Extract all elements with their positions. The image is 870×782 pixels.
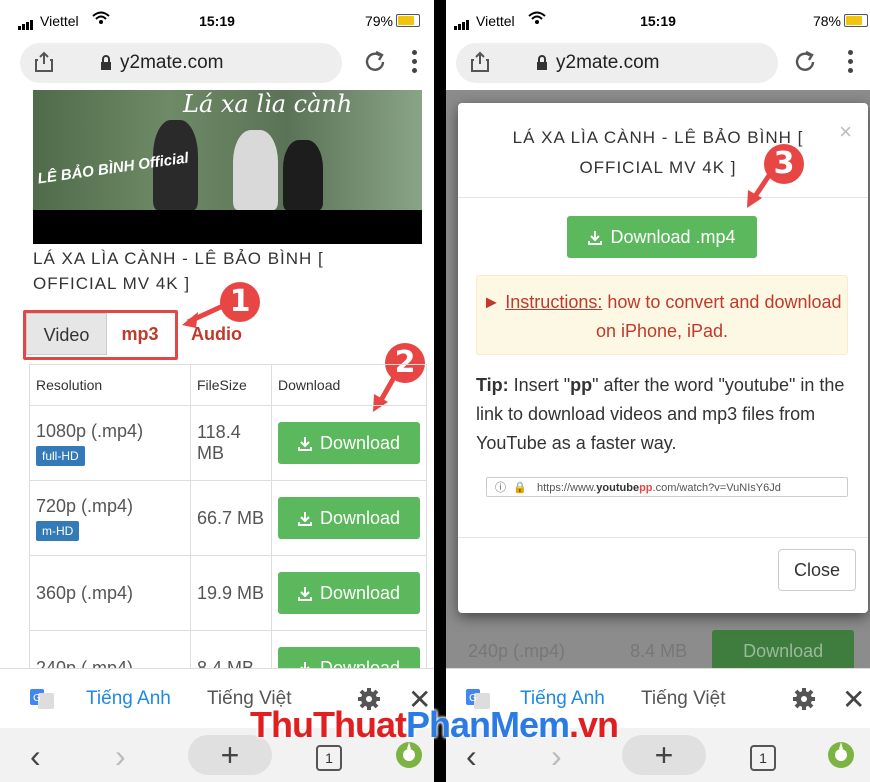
google-translate-icon: G xyxy=(30,689,54,709)
svg-text:G: G xyxy=(469,693,477,704)
address-bar[interactable]: y2mate.com xyxy=(456,43,778,83)
background-table-row: 240p (.mp4) 8.4 MB Download xyxy=(468,630,855,672)
notice-text: how to convert and download on iPhone, i… xyxy=(595,292,842,341)
download-label: Download xyxy=(743,641,824,661)
video-title: LÁ XA LÌA CÀNH - LÊ BẢO BÌNH [ OFFICIAL … xyxy=(33,249,324,293)
gear-icon[interactable] xyxy=(792,687,816,711)
thumbnail-image: Lá xa lìa cành LÊ BẢO BÌNH Official xyxy=(33,90,422,210)
resolution-text: 240p (.mp4) xyxy=(468,641,566,661)
download-button[interactable]: Download xyxy=(278,497,420,539)
arrow-3-icon xyxy=(747,172,773,208)
tip-pp: pp xyxy=(570,375,593,395)
modal-close-icon[interactable]: × xyxy=(839,119,852,145)
back-icon[interactable]: ‹ xyxy=(30,738,41,775)
tab-switcher-button[interactable]: 1 xyxy=(750,745,776,771)
file-size: 19.9 MB xyxy=(190,555,272,631)
reload-icon[interactable] xyxy=(792,49,818,75)
sample-url-image: ⓘ 🔒 https://www.youtubepp.com/watch?v=Vu… xyxy=(486,477,848,497)
video-thumbnail[interactable]: Lá xa lìa cành LÊ BẢO BÌNH Official xyxy=(33,90,422,244)
forward-icon[interactable]: › xyxy=(115,738,126,775)
share-icon[interactable] xyxy=(470,51,490,73)
resolution-text: 720p (.mp4) xyxy=(36,495,134,516)
header-filesize: FileSize xyxy=(190,364,272,406)
file-size: 8.4 MB xyxy=(630,641,688,661)
address-bar[interactable]: y2mate.com xyxy=(20,43,342,83)
right-phone-screen: Viettel 15:19 78% y2mate.com 240p (.mp4)… xyxy=(446,0,870,782)
table-row: 1080p (.mp4) full-HD 118.4 MB Download xyxy=(29,405,427,481)
url-text: y2mate.com xyxy=(120,52,224,73)
download-table: Resolution FileSize Download 1080p (.mp4… xyxy=(29,364,427,706)
translate-lang-english[interactable]: Tiếng Anh xyxy=(86,688,171,710)
reload-icon[interactable] xyxy=(362,49,388,75)
lock-icon: 🔒 xyxy=(513,482,527,494)
resolution-text: 1080p (.mp4) xyxy=(36,420,144,441)
download-icon xyxy=(297,587,312,601)
download-modal: LÁ XA LÌA CÀNH - LÊ BẢO BÌNH [ OFFICIAL … xyxy=(458,103,868,613)
lock-icon xyxy=(537,55,547,70)
highlight-box xyxy=(23,310,178,360)
file-size: 118.4 MB xyxy=(190,405,272,481)
thumbnail-script-title: Lá xa lìa cành xyxy=(183,90,353,118)
table-row: 720p (.mp4) m-HD 66.7 MB Download xyxy=(29,480,427,556)
thumbnail-black-bar xyxy=(33,210,422,244)
share-icon[interactable] xyxy=(34,51,54,73)
download-button[interactable]: Download xyxy=(278,422,420,464)
site-watermark: ThuThuatPhanMem.vn xyxy=(250,704,619,745)
download-label: Download xyxy=(319,583,401,603)
table-header-row: Resolution FileSize Download xyxy=(29,364,427,406)
more-menu-icon[interactable] xyxy=(412,50,418,74)
battery-percent: 78% xyxy=(812,13,841,29)
more-menu-icon[interactable] xyxy=(848,50,854,74)
instructions-link[interactable]: Instructions: xyxy=(505,292,602,312)
file-size: 66.7 MB xyxy=(190,480,272,556)
download-icon xyxy=(297,512,312,526)
svg-text:G: G xyxy=(33,693,41,704)
tab-switcher-button[interactable]: 1 xyxy=(316,745,342,771)
url-text: y2mate.com xyxy=(556,52,660,73)
instructions-notice: ► Instructions: how to convert and downl… xyxy=(476,275,848,355)
table-row: 360p (.mp4) 19.9 MB Download xyxy=(29,555,427,631)
battery-percent: 79% xyxy=(364,13,393,29)
battery-indicator: 78% xyxy=(813,13,868,29)
status-bar: Viettel 15:19 78% xyxy=(446,0,870,40)
close-translate-icon[interactable]: ✕ xyxy=(842,683,865,716)
info-icon: ⓘ xyxy=(495,482,506,494)
download-mp4-button[interactable]: Download .mp4 xyxy=(567,216,757,258)
arrow-1-icon xyxy=(182,302,227,328)
tip-label: Tip: xyxy=(476,375,509,395)
quality-badge: m-HD xyxy=(36,520,80,541)
header-download: Download xyxy=(271,364,427,406)
header-resolution: Resolution xyxy=(29,364,191,406)
browser-logo-icon[interactable] xyxy=(826,740,856,770)
left-phone-screen: Viettel 15:19 79% y2mate.com Lá xa lìa c… xyxy=(0,0,434,782)
quality-badge: full-HD xyxy=(36,445,85,466)
clock: 15:19 xyxy=(640,13,676,29)
battery-indicator: 79% xyxy=(365,13,420,29)
resolution-text: 360p (.mp4) xyxy=(29,555,191,631)
lock-icon xyxy=(101,55,111,70)
tip-text: Tip: Insert "pp" after the word "youtube… xyxy=(476,375,845,453)
download-icon xyxy=(588,231,603,245)
battery-icon xyxy=(844,14,868,27)
download-mp4-label: Download .mp4 xyxy=(610,227,736,247)
new-tab-button[interactable]: + xyxy=(622,735,706,775)
triangle-icon: ► xyxy=(482,292,506,312)
modal-divider xyxy=(458,197,868,198)
download-button: Download xyxy=(712,630,855,672)
close-button[interactable]: Close xyxy=(778,549,856,591)
download-button[interactable]: Download xyxy=(278,572,420,614)
download-label: Download xyxy=(319,433,401,453)
battery-icon xyxy=(396,14,420,27)
modal-divider xyxy=(458,537,868,538)
download-icon xyxy=(297,437,312,451)
translate-lang-vietnamese[interactable]: Tiếng Việt xyxy=(641,688,726,710)
status-bar: Viettel 15:19 79% xyxy=(0,0,434,40)
download-label: Download xyxy=(319,508,401,528)
